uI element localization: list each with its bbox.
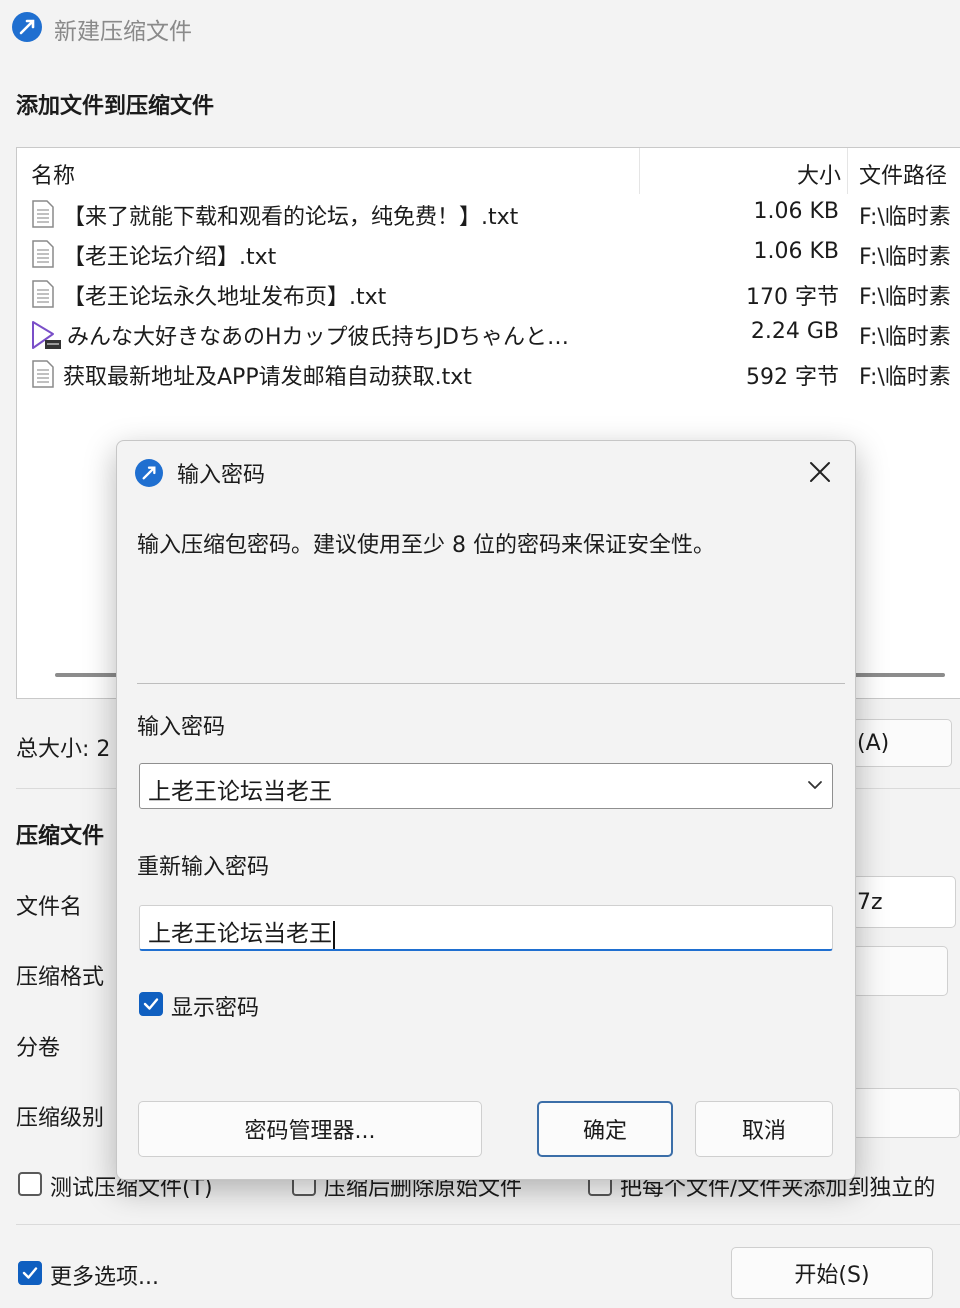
- file-size: 2.24 GB: [750, 319, 839, 344]
- checkmark-icon: [143, 998, 159, 1010]
- file-size: 1.06 KB: [753, 239, 840, 264]
- video-file-icon: [31, 320, 63, 356]
- level-select[interactable]: [852, 1088, 960, 1138]
- close-icon[interactable]: [807, 459, 833, 485]
- column-divider[interactable]: [847, 148, 848, 194]
- dialog-title: 输入密码: [177, 463, 266, 488]
- cancel-button[interactable]: 取消: [695, 1101, 833, 1157]
- file-name: 获取最新地址及APP请发邮箱自动获取.txt: [63, 365, 472, 390]
- file-path: F:\临时素: [859, 285, 951, 310]
- file-name: 【来了就能下载和观看的论坛，纯免费！】.txt: [63, 205, 519, 230]
- file-size: 1.06 KB: [753, 199, 840, 224]
- format-label: 压缩格式: [16, 965, 105, 990]
- column-header-name[interactable]: 名称: [31, 158, 75, 190]
- file-name: みんな大好きなあのHカップ彼氏持ちJDちゃんと…: [67, 325, 569, 350]
- text-file-icon: [31, 200, 55, 232]
- file-row[interactable]: 获取最新地址及APP请发邮箱自动获取.txt 592 字节 F:\临时素: [29, 355, 960, 395]
- window-title: 新建压缩文件: [54, 19, 192, 45]
- format-select[interactable]: [852, 946, 948, 996]
- confirm-password-label: 重新输入密码: [137, 855, 270, 880]
- ok-button[interactable]: 确定: [537, 1101, 673, 1157]
- show-password-checkbox[interactable]: [139, 992, 163, 1016]
- column-header-size[interactable]: 大小: [737, 158, 841, 190]
- password-dialog: 输入密码 输入压缩包密码。建议使用至少 8 位的密码来保证安全性。 输入密码 上…: [116, 440, 856, 1180]
- add-files-button-label: (A): [857, 730, 890, 756]
- section-divider: [16, 1224, 960, 1225]
- file-row[interactable]: みんな大好きなあのHカップ彼氏持ちJDちゃんと… 2.24 GB F:\临时素: [29, 315, 960, 355]
- archive-section-label: 压缩文件: [16, 824, 105, 849]
- file-path: F:\临时素: [859, 205, 951, 230]
- text-file-icon: [31, 360, 55, 392]
- level-label: 压缩级别: [16, 1106, 105, 1131]
- file-row[interactable]: 【来了就能下载和观看的论坛，纯免费！】.txt 1.06 KB F:\临时素: [29, 195, 960, 235]
- text-caret: [333, 920, 335, 949]
- file-path: F:\临时素: [859, 365, 951, 390]
- file-row[interactable]: 【老王论坛永久地址发布页】.txt 170 字节 F:\临时素: [29, 275, 960, 315]
- dialog-divider: [137, 683, 845, 684]
- confirm-password-value: 上老王论坛当老王: [148, 914, 335, 949]
- password-manager-button-label: 密码管理器...: [244, 1119, 376, 1144]
- show-password-label: 显示密码: [171, 996, 260, 1021]
- split-label: 分卷: [16, 1036, 61, 1061]
- file-size: 170 字节: [746, 285, 839, 310]
- password-manager-button[interactable]: 密码管理器...: [138, 1101, 482, 1157]
- file-row[interactable]: 【老王论坛介绍】.txt 1.06 KB F:\临时素: [29, 235, 960, 275]
- dialog-description: 输入压缩包密码。建议使用至少 8 位的密码来保证安全性。: [137, 533, 715, 558]
- file-name: 【老王论坛介绍】.txt: [63, 245, 277, 270]
- file-name: 【老王论坛永久地址发布页】.txt: [63, 285, 387, 310]
- checkmark-icon: [22, 1267, 38, 1279]
- more-options-label: 更多选项...: [50, 1265, 159, 1290]
- app-logo-icon: [135, 459, 163, 487]
- filename-label: 文件名: [16, 895, 83, 920]
- confirm-password-input[interactable]: 上老王论坛当老王: [139, 905, 833, 951]
- app-logo-icon: [12, 12, 42, 42]
- password-input-value: 上老王论坛当老王: [148, 779, 332, 805]
- add-files-button[interactable]: (A): [852, 719, 952, 767]
- text-file-icon: [31, 240, 55, 272]
- filename-input-value: 7z: [857, 889, 883, 915]
- total-size-label: 总大小: 2: [16, 737, 111, 762]
- file-size: 592 字节: [746, 365, 839, 390]
- text-file-icon: [31, 280, 55, 312]
- password-input[interactable]: 上老王论坛当老王: [139, 763, 833, 809]
- filename-input[interactable]: 7z: [852, 876, 956, 928]
- cancel-button-label: 取消: [741, 1119, 786, 1144]
- section-title: 添加文件到压缩文件: [16, 94, 215, 119]
- ok-button-label: 确定: [582, 1119, 627, 1144]
- column-header-path[interactable]: 文件路径: [859, 158, 947, 190]
- password-label: 输入密码: [137, 715, 226, 740]
- start-button-label: 开始(S): [794, 1263, 870, 1288]
- more-options-checkbox[interactable]: [18, 1261, 42, 1285]
- chevron-down-icon[interactable]: [806, 776, 824, 798]
- file-path: F:\临时素: [859, 325, 951, 350]
- start-button[interactable]: 开始(S): [731, 1247, 933, 1299]
- test-archive-checkbox[interactable]: [18, 1172, 42, 1196]
- file-path: F:\临时素: [859, 245, 951, 270]
- column-divider[interactable]: [639, 148, 640, 194]
